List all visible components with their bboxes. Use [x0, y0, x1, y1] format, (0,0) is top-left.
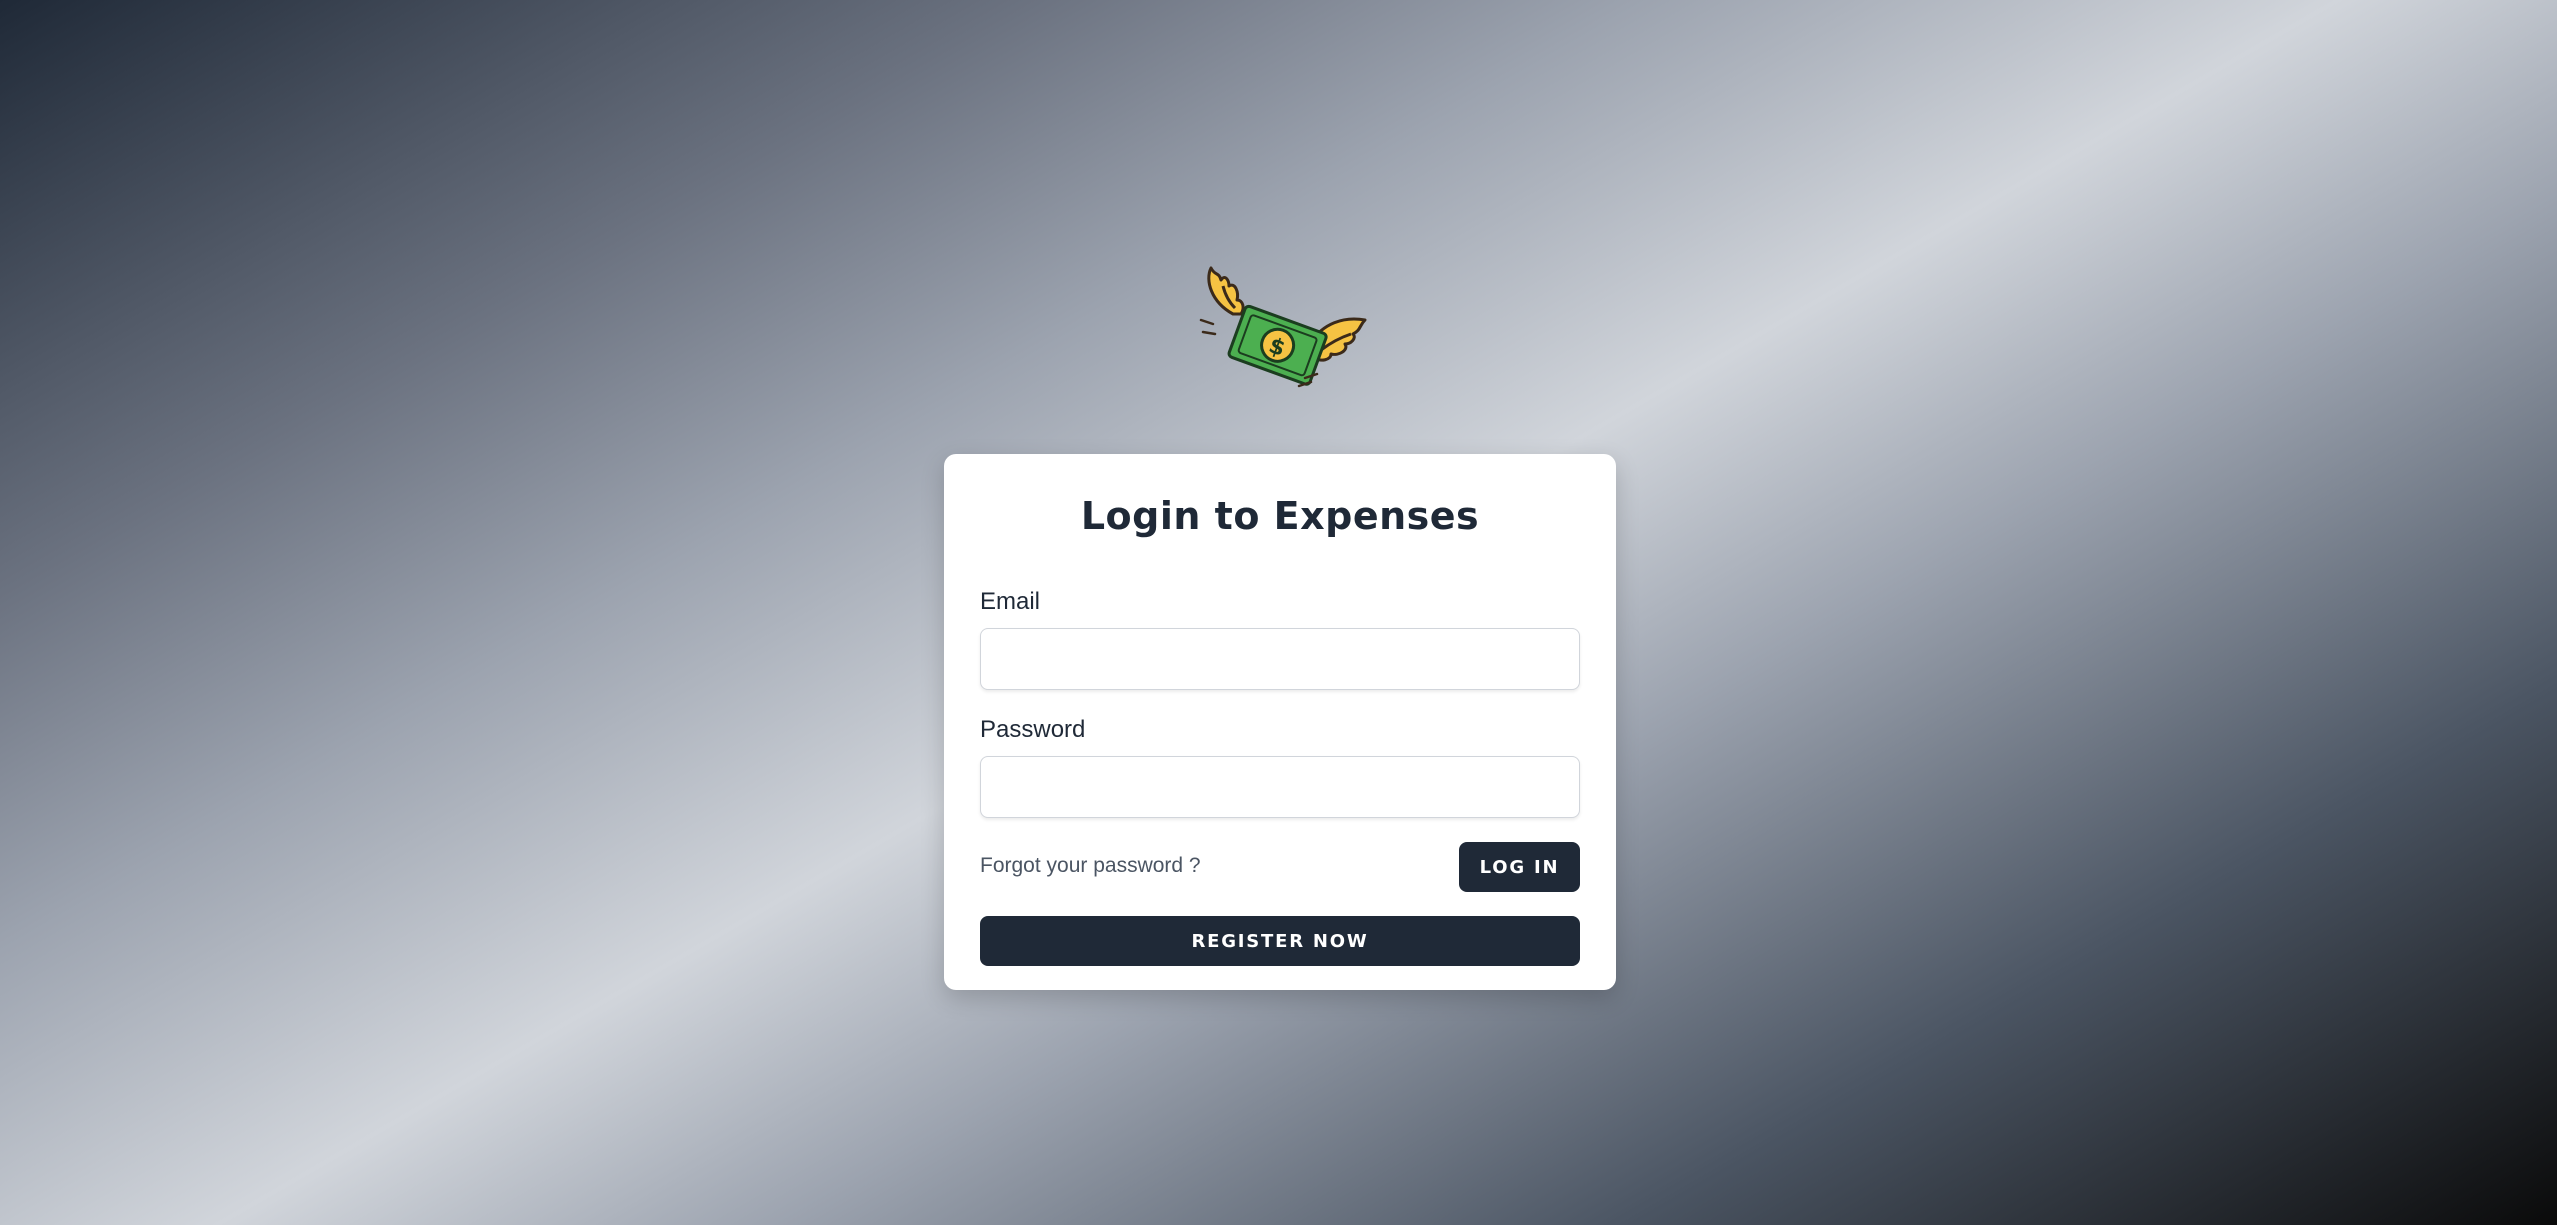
register-button[interactable]: REGISTER NOW [980, 916, 1580, 966]
dollar-bill: $ [1227, 304, 1328, 386]
login-card: Login to Expenses Email Password Forgot … [944, 454, 1616, 990]
email-input[interactable] [980, 628, 1580, 690]
flying-money-logo-icon: $ [1193, 262, 1373, 402]
left-wing [1207, 266, 1245, 316]
email-label: Email [980, 588, 1041, 615]
forgot-password-link[interactable]: Forgot your password ? [980, 854, 1201, 878]
password-input[interactable] [980, 756, 1580, 818]
page-title: Login to Expenses [1080, 494, 1480, 538]
login-button[interactable]: LOG IN [1459, 842, 1580, 892]
password-label: Password [980, 716, 1086, 743]
